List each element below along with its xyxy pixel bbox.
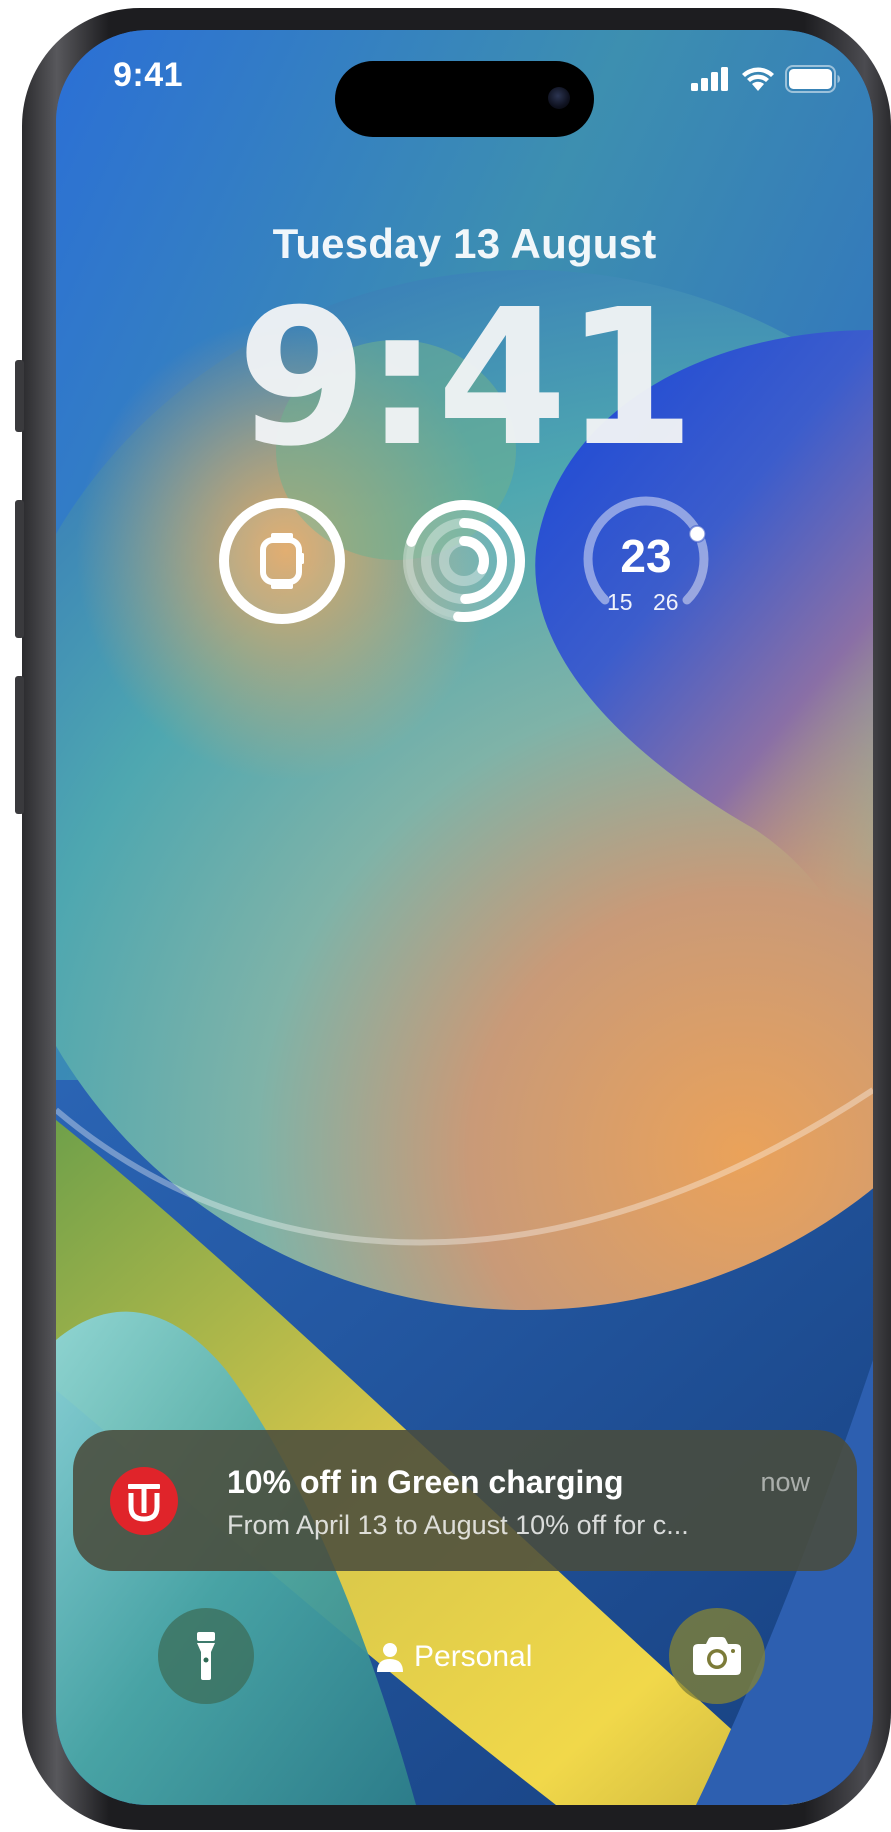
temperature-widget[interactable]: 23 15 26	[581, 496, 711, 626]
action-button	[15, 360, 24, 432]
notification-title: 10% off in Green charging	[227, 1464, 624, 1500]
notification-time: now	[760, 1467, 810, 1497]
wifi-icon	[742, 67, 774, 91]
flashlight-icon	[197, 1632, 215, 1680]
status-bar-icons	[691, 65, 841, 93]
lock-screen-date: Tuesday 13 August	[272, 220, 657, 267]
camera-button[interactable]	[669, 1608, 765, 1704]
temperature-low: 15	[607, 589, 633, 615]
temperature-current: 23	[620, 530, 672, 582]
front-camera	[548, 87, 570, 109]
status-bar-time: 9:41	[113, 56, 184, 94]
person-icon	[377, 1643, 403, 1672]
watch-battery-widget[interactable]	[217, 496, 347, 626]
camera-icon	[693, 1637, 741, 1675]
lock-screen-clock: 9:41	[236, 269, 696, 488]
volume-down-button	[15, 676, 24, 814]
activity-widget[interactable]	[399, 496, 529, 626]
flashlight-button[interactable]	[158, 1608, 254, 1704]
focus-mode-label: Personal	[414, 1640, 533, 1673]
focus-mode-indicator[interactable]: Personal	[376, 1640, 532, 1674]
dynamic-island	[335, 61, 594, 137]
temperature-high: 26	[653, 589, 679, 615]
notification-card[interactable]: 10% off in Green charging From April 13 …	[73, 1430, 857, 1571]
volume-up-button	[15, 500, 24, 638]
lock-screen: 9:41 Tuesday 13 August 9:41 23 15 26 10%…	[56, 30, 873, 1805]
activity-rings-icon	[403, 500, 525, 622]
apple-watch-icon	[260, 533, 304, 589]
cellular-signal-icon	[691, 67, 728, 91]
battery-full-icon	[785, 65, 840, 93]
notification-body: From April 13 to August 10% off for c...	[227, 1510, 689, 1540]
app-logo-icon	[110, 1467, 178, 1535]
